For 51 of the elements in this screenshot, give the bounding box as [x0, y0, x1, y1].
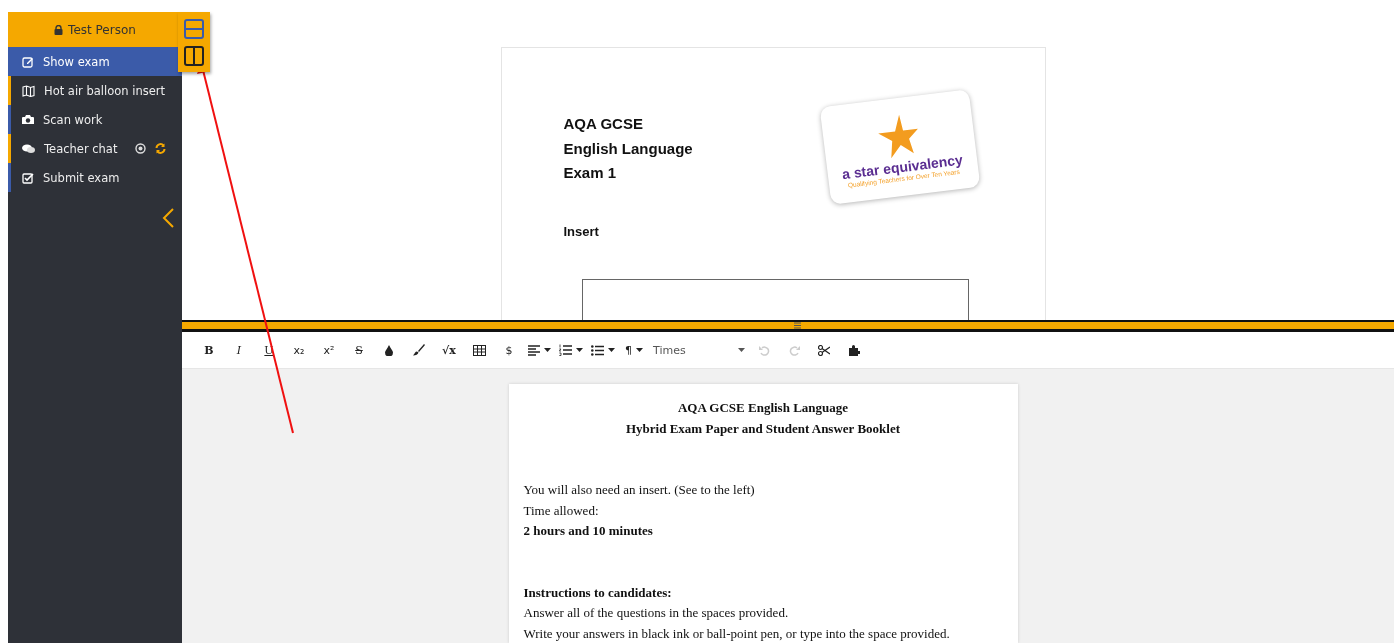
toolbar-button[interactable]: x₂	[284, 337, 314, 363]
answer-document[interactable]	[508, 384, 1018, 643]
toolbar-button[interactable]: ¶	[619, 337, 649, 363]
document-text: Hybrid Exam Paper and Student Answer Booklet	[625, 419, 901, 438]
puzzle-icon	[848, 344, 860, 356]
scissors-icon	[818, 344, 830, 356]
sidebar-item[interactable]: Teacher chat	[8, 134, 182, 163]
document-text: You will also need an insert. (See to the left)	[523, 481, 756, 499]
target-icon	[135, 143, 146, 154]
sidebar-item[interactable]: Hot air balloon insert	[8, 76, 182, 105]
split-horizontal-icon	[184, 19, 204, 39]
numbered-list-icon	[559, 344, 572, 356]
toolbar-button[interactable]: $	[494, 337, 524, 363]
toolbar-button[interactable]: I	[224, 337, 254, 363]
insert-title: Exam 1	[563, 163, 618, 183]
toolbar-button[interactable]: S	[344, 337, 374, 363]
insert-title: AQA GCSE	[563, 114, 644, 134]
document-text: 2 hours and 10 minutes	[523, 522, 654, 540]
brush-icon	[413, 344, 425, 356]
checkbox-icon	[22, 171, 34, 184]
splitter-bar[interactable]	[182, 320, 1394, 332]
table-icon	[472, 344, 486, 356]
insert-title: English Language	[563, 138, 693, 159]
document-text: Time allowed:	[523, 501, 600, 520]
ink-drop-icon	[385, 344, 393, 356]
bullet-list-icon	[591, 344, 604, 356]
collapse-chevron-icon[interactable]	[162, 208, 174, 228]
lock-icon	[54, 24, 64, 35]
camera-icon	[22, 114, 34, 125]
redo-icon	[788, 344, 800, 356]
toolbar-button[interactable]: √x	[434, 337, 464, 363]
refresh-icon[interactable]	[155, 143, 166, 154]
chat-icon	[22, 143, 35, 154]
toolbar-button[interactable]: x²	[314, 337, 344, 363]
sidebar-item[interactable]: Show exam	[8, 47, 182, 76]
grip-icon[interactable]	[793, 322, 801, 329]
document-text: Answer all of the questions in the spaces provided.	[523, 604, 790, 622]
undo-icon	[758, 344, 770, 356]
toolbar-button[interactable]: B	[194, 337, 224, 363]
sidebar-item[interactable]: Submit exam	[8, 163, 182, 192]
font-dropdown[interactable]: Times	[649, 337, 749, 363]
split-vertical-icon	[184, 46, 204, 66]
sidebar-item[interactable]: Scan work	[8, 105, 182, 134]
user-name: Test Person	[68, 22, 136, 37]
document-text: Instructions to candidates:	[523, 583, 673, 602]
align-left-icon	[528, 344, 540, 356]
document-text: AQA GCSE English Language	[676, 399, 850, 417]
insert-heading: Insert	[563, 224, 600, 239]
map-icon	[22, 84, 35, 97]
document-text: Write your answers in black ink or ball-point pen, or type into the space provided.	[523, 624, 951, 643]
edit-icon	[22, 55, 34, 68]
